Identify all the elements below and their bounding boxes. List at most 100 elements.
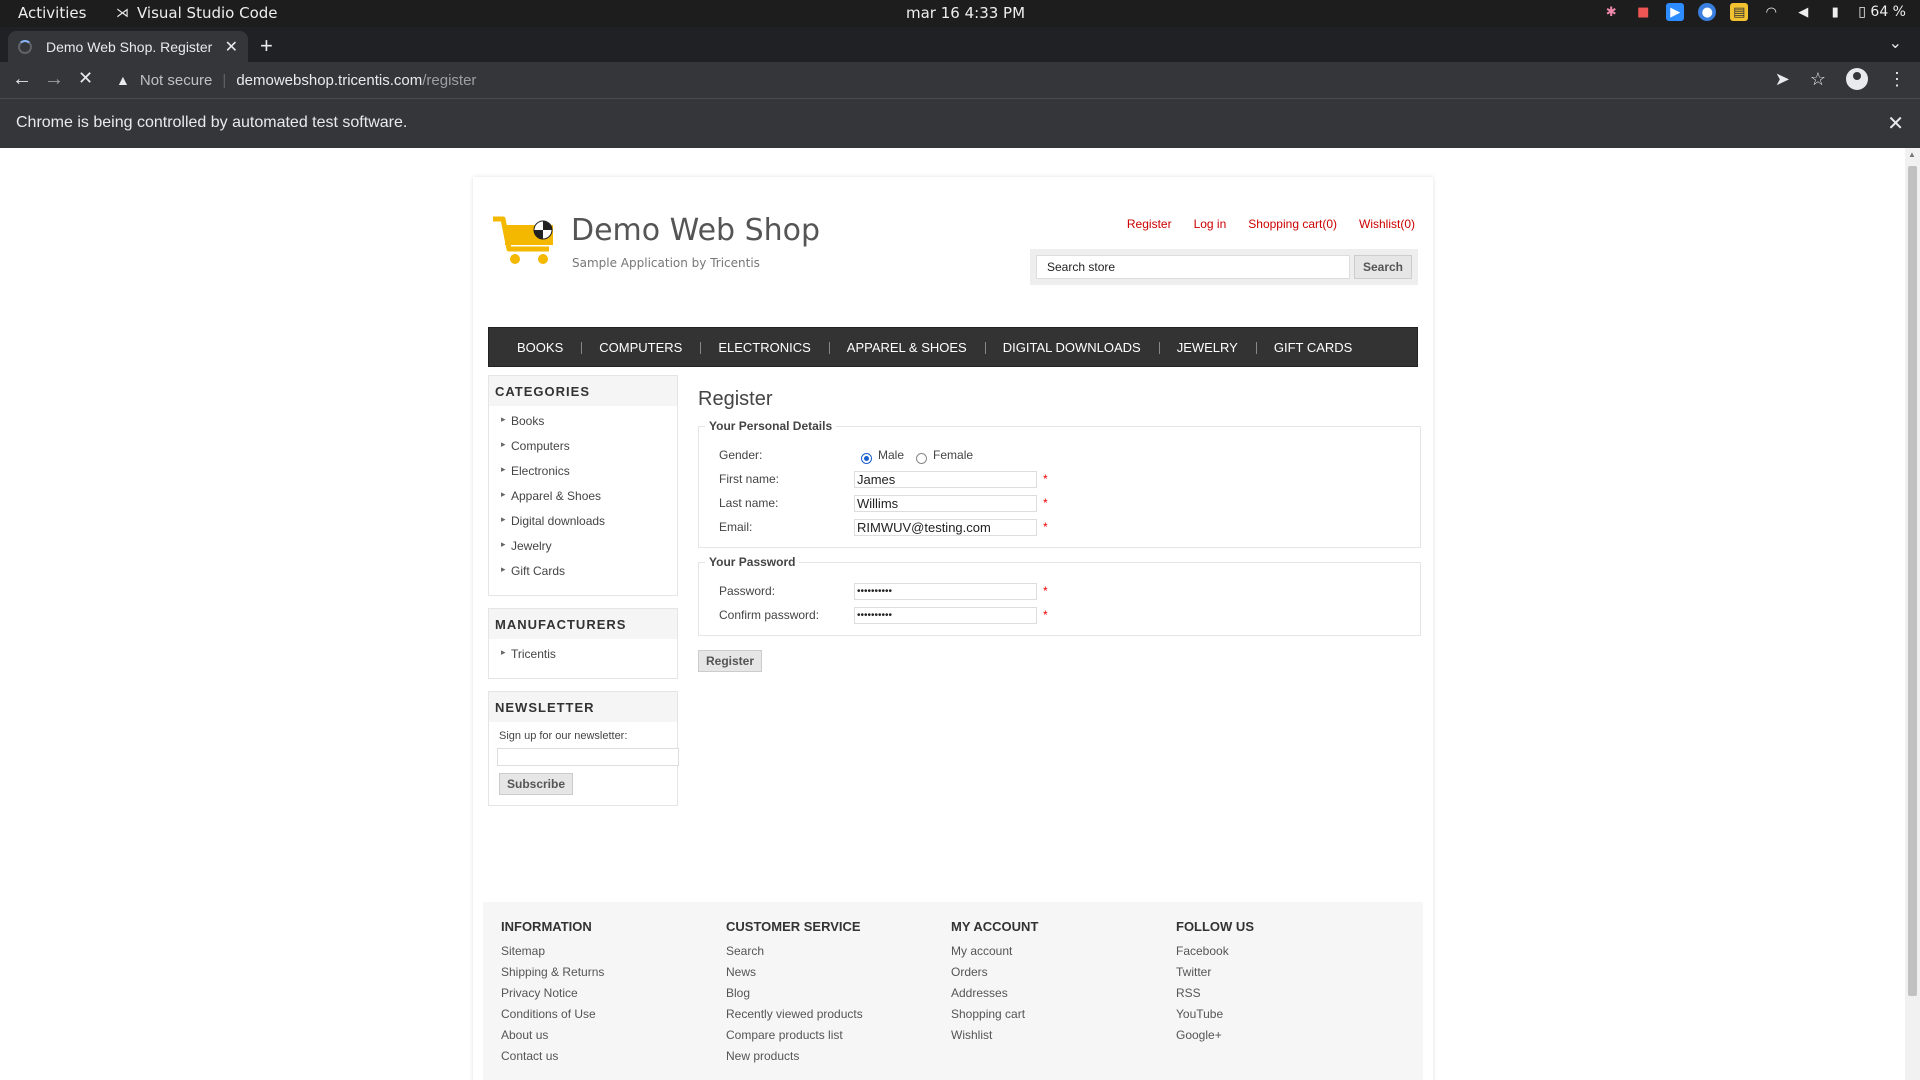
store-search-button[interactable]: Search [1353,255,1412,279]
category-gift-cards[interactable]: Gift Cards [501,564,677,589]
footer-link-my-account[interactable]: My account [951,944,1161,965]
email-field[interactable] [854,518,1037,536]
new-tab-button[interactable]: + [260,33,273,59]
header-link-shopping-cart[interactable]: Shopping cart(0) [1248,217,1337,231]
footer-link-conditions-of-use[interactable]: Conditions of Use [501,1007,711,1028]
footer-link-privacy-notice[interactable]: Privacy Notice [501,986,711,1007]
gender-female-label[interactable]: Female [933,448,973,462]
wifi-icon[interactable]: ◠ [1762,3,1780,21]
category-electronics[interactable]: Electronics [501,464,677,489]
address-bar[interactable]: ▲ Not secure | demowebshop.tricentis.com… [106,65,1806,95]
zoom-icon[interactable]: ▶ [1666,3,1685,21]
footer-link-new-products[interactable]: New products [726,1049,936,1070]
header-link-wishlist[interactable]: Wishlist(0) [1359,217,1415,231]
tab-close-icon[interactable]: ✕ [225,37,238,57]
menu-item-books[interactable]: BOOKS [499,340,581,355]
subscribe-button[interactable]: Subscribe [499,773,574,795]
tab-title: Demo Web Shop. Register [46,38,213,55]
site-tagline: Sample Application by Tricentis [572,256,760,270]
back-arrow-icon[interactable]: ← [12,68,32,91]
footer-link-search[interactable]: Search [726,944,936,965]
password-field[interactable] [854,582,1037,600]
last-name-row: Last name: * [719,491,1400,515]
slack-icon[interactable]: ✱ [1602,3,1620,21]
newsletter-email-input[interactable] [497,748,679,766]
active-app-menu[interactable]: ⋊ Visual Studio Code [116,4,278,22]
gender-male-label[interactable]: Male [878,448,904,462]
required-mark: * [1043,608,1048,622]
scrollbar-thumb[interactable] [1908,166,1917,996]
warning-triangle-icon[interactable]: ▲ [116,72,130,88]
scroll-up-arrow-icon[interactable]: ▲ [1908,150,1916,159]
clock[interactable]: mar 16 4:33 PM [906,4,1025,22]
header-link-login[interactable]: Log in [1194,217,1227,231]
first-name-field[interactable] [854,470,1037,488]
footer-link-twitter[interactable]: Twitter [1176,965,1386,986]
footer-link-orders[interactable]: Orders [951,965,1161,986]
footer-link-contact-us[interactable]: Contact us [501,1049,711,1070]
header-link-register[interactable]: Register [1127,217,1172,231]
footer-link-shopping-cart[interactable]: Shopping cart [951,1007,1161,1028]
volume-icon[interactable]: ◀ [1794,3,1812,21]
first-name-label: First name: [719,472,780,486]
stop-loading-icon[interactable]: ✕ [78,68,93,89]
manufacturer-tricentis[interactable]: Tricentis [501,647,677,672]
footer-link-news[interactable]: News [726,965,936,986]
footer-link-facebook[interactable]: Facebook [1176,944,1386,965]
gender-row: Gender: Male Female [719,443,1400,467]
activities-button[interactable]: Activities [18,4,86,22]
footer-link-about-us[interactable]: About us [501,1028,711,1049]
forward-arrow-icon[interactable]: → [44,68,64,91]
url-path: /register [422,71,477,89]
gender-label: Gender: [719,448,763,462]
confirm-password-field[interactable] [854,606,1037,624]
footer-link-sitemap[interactable]: Sitemap [501,944,711,965]
browser-tab-strip: Demo Web Shop. Register ✕ + ⌄ [0,27,1920,62]
notes-icon[interactable]: ▤ [1730,3,1749,21]
page-scrollbar[interactable]: ▲ [1905,148,1920,1080]
profile-avatar-icon[interactable] [1846,68,1868,90]
menu-item-computers[interactable]: COMPUTERS [581,340,700,355]
footer-link-addresses[interactable]: Addresses [951,986,1161,1007]
category-jewelry[interactable]: Jewelry [501,539,677,564]
footer-link-shipping-returns[interactable]: Shipping & Returns [501,965,711,986]
browser-tab[interactable]: Demo Web Shop. Register ✕ [8,31,248,62]
menu-item-jewelry[interactable]: JEWELRY [1158,340,1256,355]
security-label[interactable]: Not secure [140,72,213,89]
chrome-menu-icon[interactable]: ⋮ [1888,69,1906,90]
category-computers[interactable]: Computers [501,439,677,464]
gender-male-radio[interactable] [861,452,872,464]
footer-link-wishlist[interactable]: Wishlist [951,1028,1161,1049]
gender-female-radio[interactable] [916,452,928,464]
loading-spinner-icon [18,39,32,54]
infobar-close-icon[interactable]: ✕ [1887,111,1904,136]
footer-link-rss[interactable]: RSS [1176,986,1386,1007]
category-books[interactable]: Books [501,414,677,439]
menu-item-gift-cards[interactable]: GIFT CARDS [1255,340,1371,355]
battery-status[interactable]: ▯ 64 % [1858,4,1906,20]
camera-icon[interactable]: ■ [1634,3,1652,21]
footer-link-google-plus[interactable]: Google+ [1176,1028,1386,1049]
microphone-icon[interactable]: ▮ [1826,3,1844,21]
newsletter-block: NEWSLETTER Sign up for our newsletter: S… [488,691,679,806]
email-label: Email: [719,520,753,534]
footer-link-youtube[interactable]: YouTube [1176,1007,1386,1028]
menu-item-electronics[interactable]: ELECTRONICS [700,340,828,355]
password-row: Password: * [719,579,1400,603]
register-button[interactable]: Register [698,650,763,672]
send-icon[interactable]: ➤ [1775,69,1790,90]
store-search-input[interactable] [1036,255,1350,279]
menu-item-apparel-shoes[interactable]: APPAREL & SHOES [828,340,985,355]
category-digital-downloads[interactable]: Digital downloads [501,514,677,539]
footer-link-recently-viewed[interactable]: Recently viewed products [726,1007,936,1028]
footer-link-compare-products[interactable]: Compare products list [726,1028,936,1049]
tab-search-chevron-icon[interactable]: ⌄ [1889,33,1902,53]
footer-link-blog[interactable]: Blog [726,986,936,1007]
bookmark-star-icon[interactable]: ☆ [1810,69,1826,90]
updates-icon[interactable]: ● [1698,3,1717,21]
password-fieldset: Your Password Password: * Confirm passwo… [698,555,1421,636]
last-name-field[interactable] [854,494,1037,512]
category-apparel-shoes[interactable]: Apparel & Shoes [501,489,677,514]
newsletter-label: Sign up for our newsletter: [499,730,628,742]
menu-item-digital-downloads[interactable]: DIGITAL DOWNLOADS [984,340,1159,355]
